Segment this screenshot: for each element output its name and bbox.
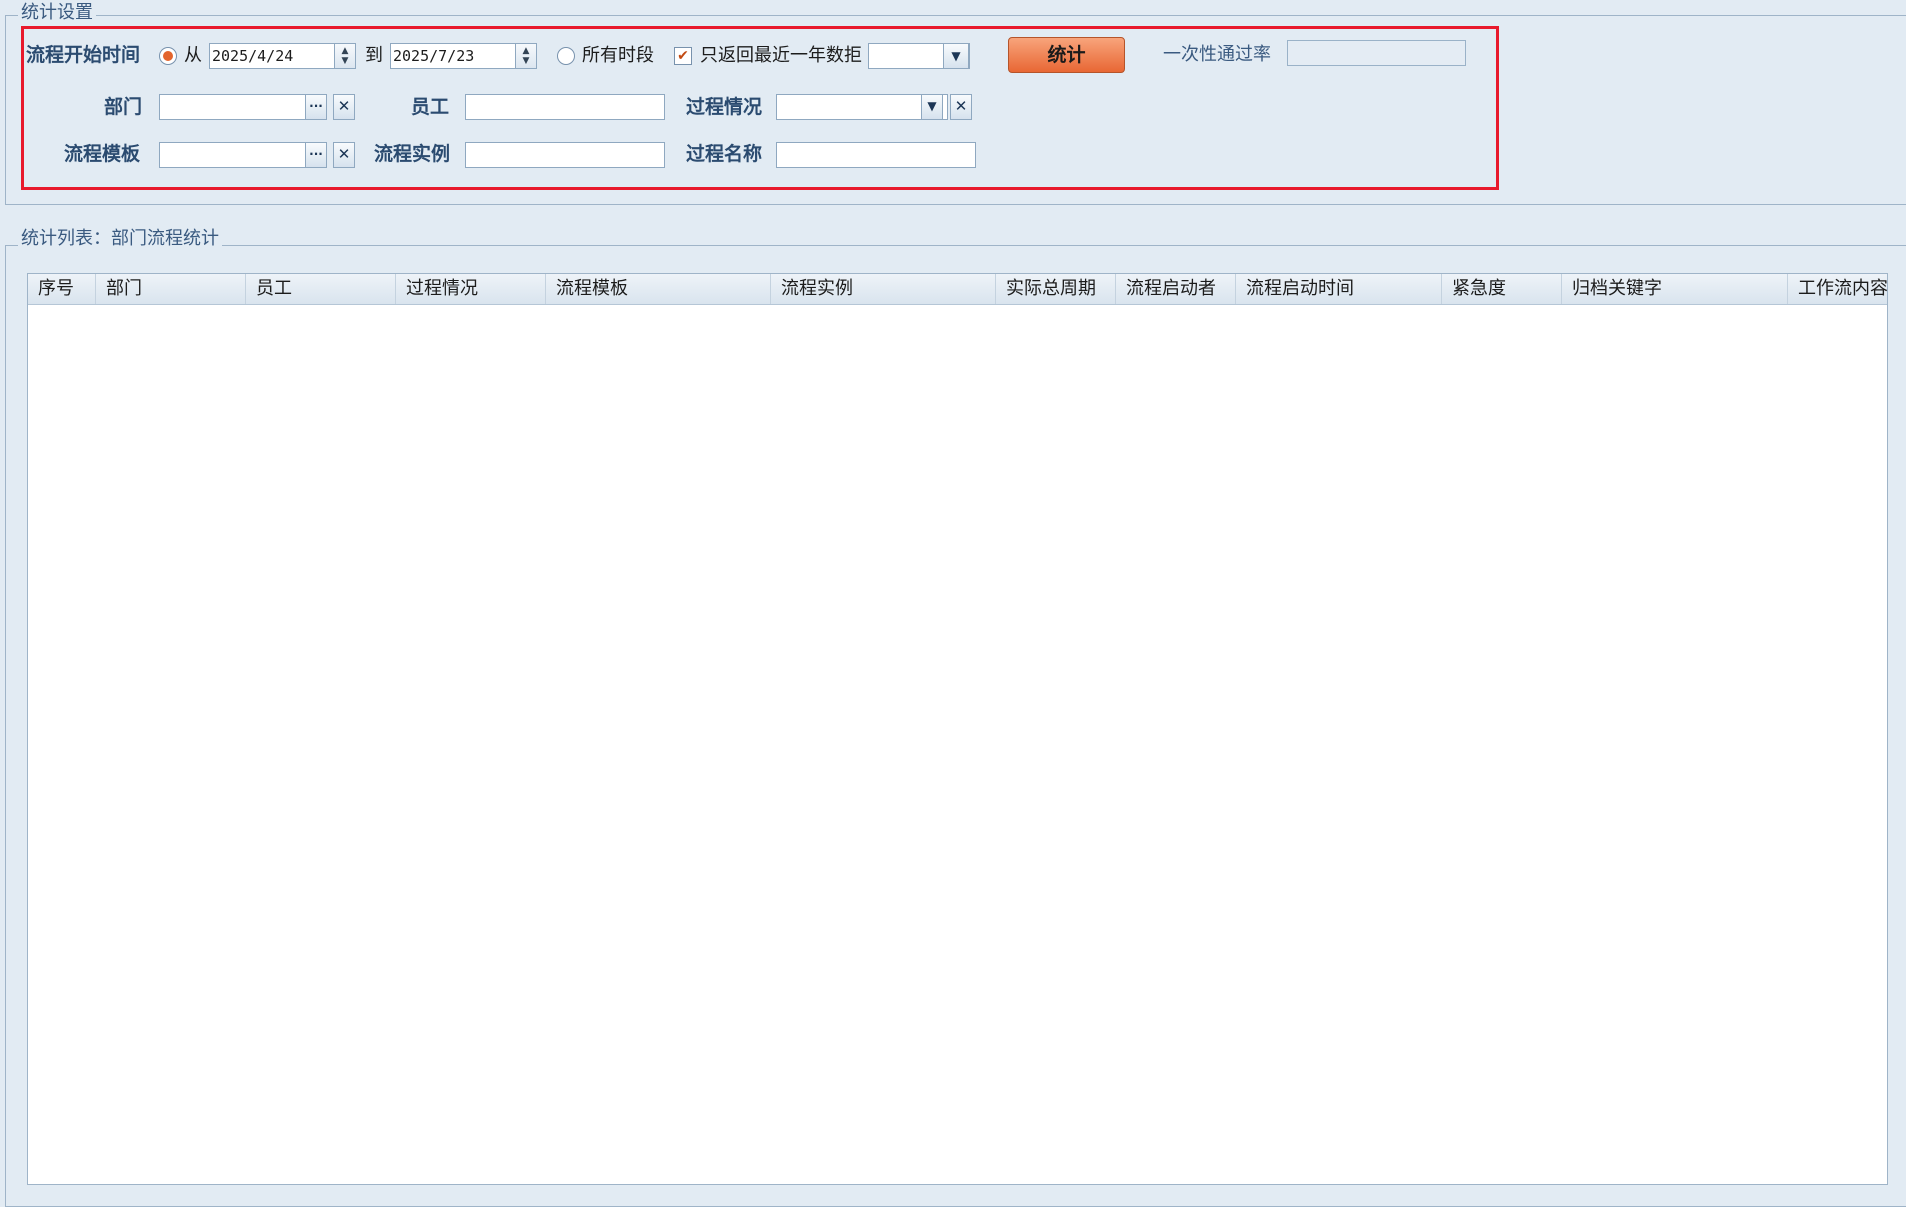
from-date-spinner[interactable]: ▲ ▼: [334, 43, 356, 69]
instance-label: 流程实例: [374, 143, 451, 165]
process-name-input[interactable]: [776, 142, 976, 168]
last-year-label: 只返回最近一年数拒: [700, 45, 862, 66]
to-label: 到: [365, 45, 383, 66]
dept-browse-button[interactable]: ···: [305, 94, 327, 120]
column-header[interactable]: 归档关键字: [1562, 274, 1788, 304]
column-header[interactable]: 过程情况: [396, 274, 546, 304]
from-label: 从: [184, 45, 202, 66]
process-name-label: 过程名称: [686, 143, 763, 165]
settings-legend: 统计设置: [18, 2, 96, 24]
from-radio[interactable]: [159, 47, 177, 65]
template-clear-button[interactable]: ✕: [333, 142, 355, 168]
list-legend: 统计列表：部门流程统计: [18, 228, 222, 250]
to-date-input[interactable]: 2025/7/23: [390, 43, 516, 69]
dept-clear-button[interactable]: ✕: [333, 94, 355, 120]
template-browse-button[interactable]: ···: [305, 142, 327, 168]
spin-up-icon: ▲: [341, 46, 349, 56]
dept-input[interactable]: [159, 94, 306, 120]
from-date-input[interactable]: 2025/4/24: [209, 43, 335, 69]
column-header[interactable]: 序号: [28, 274, 96, 304]
chevron-down-icon[interactable]: ▼: [943, 43, 969, 69]
instance-input[interactable]: [465, 142, 665, 168]
process-status-clear-button[interactable]: ✕: [950, 94, 972, 120]
column-header[interactable]: 实际总周期: [996, 274, 1116, 304]
dept-label: 部门: [104, 96, 143, 118]
employee-label: 员工: [411, 96, 450, 118]
all-periods-radio[interactable]: [557, 47, 575, 65]
column-header[interactable]: 部门: [96, 274, 246, 304]
chevron-down-icon[interactable]: ▼: [921, 94, 943, 120]
template-input[interactable]: [159, 142, 306, 168]
start-time-label: 流程开始时间: [26, 44, 141, 66]
pass-rate-label: 一次性通过率: [1163, 44, 1271, 65]
column-header[interactable]: 紧急度: [1442, 274, 1562, 304]
template-label: 流程模板: [64, 143, 141, 165]
all-periods-label: 所有时段: [582, 45, 654, 66]
spin-down-icon: ▼: [341, 56, 349, 66]
statistics-table[interactable]: 序号 部门 员工 过程情况 流程模板 流程实例 实际总周期 流程启动者 流程启动…: [27, 273, 1888, 1185]
column-header[interactable]: 工作流内容: [1788, 274, 1887, 304]
column-header[interactable]: 流程启动者: [1116, 274, 1236, 304]
column-header[interactable]: 流程实例: [771, 274, 996, 304]
run-statistics-button[interactable]: 统计: [1008, 37, 1125, 73]
pass-rate-field: [1287, 40, 1466, 66]
column-header[interactable]: 员工: [246, 274, 396, 304]
spin-down-icon: ▼: [522, 56, 530, 66]
process-status-label: 过程情况: [686, 96, 763, 118]
column-header[interactable]: 流程启动时间: [1236, 274, 1442, 304]
to-date-spinner[interactable]: ▲ ▼: [515, 43, 537, 69]
table-header: 序号 部门 员工 过程情况 流程模板 流程实例 实际总周期 流程启动者 流程启动…: [28, 274, 1887, 305]
employee-input[interactable]: [465, 94, 665, 120]
column-header[interactable]: 流程模板: [546, 274, 771, 304]
spin-up-icon: ▲: [522, 46, 530, 56]
last-year-checkbox[interactable]: ✔: [674, 47, 692, 65]
